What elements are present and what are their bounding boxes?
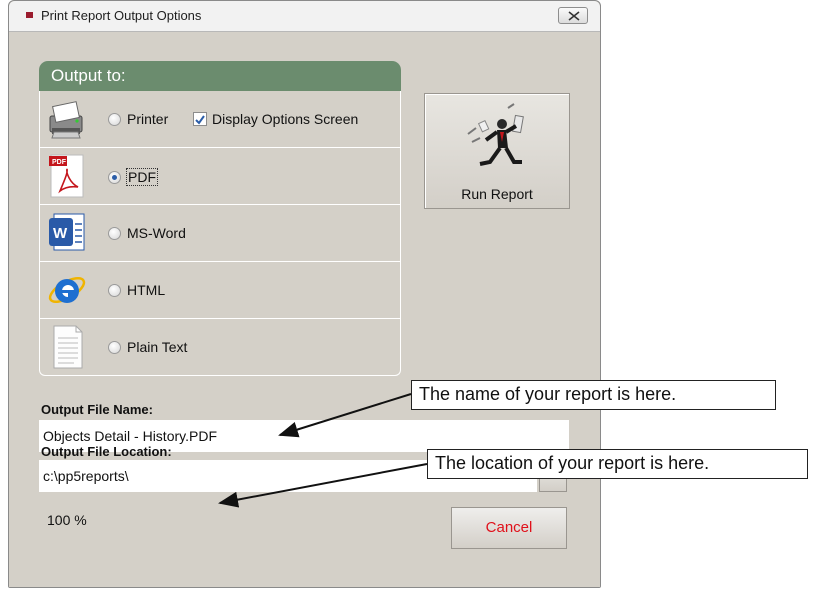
file-name-arrow <box>278 393 412 438</box>
callout-arrows <box>218 393 428 508</box>
file-location-arrow <box>218 463 428 508</box>
